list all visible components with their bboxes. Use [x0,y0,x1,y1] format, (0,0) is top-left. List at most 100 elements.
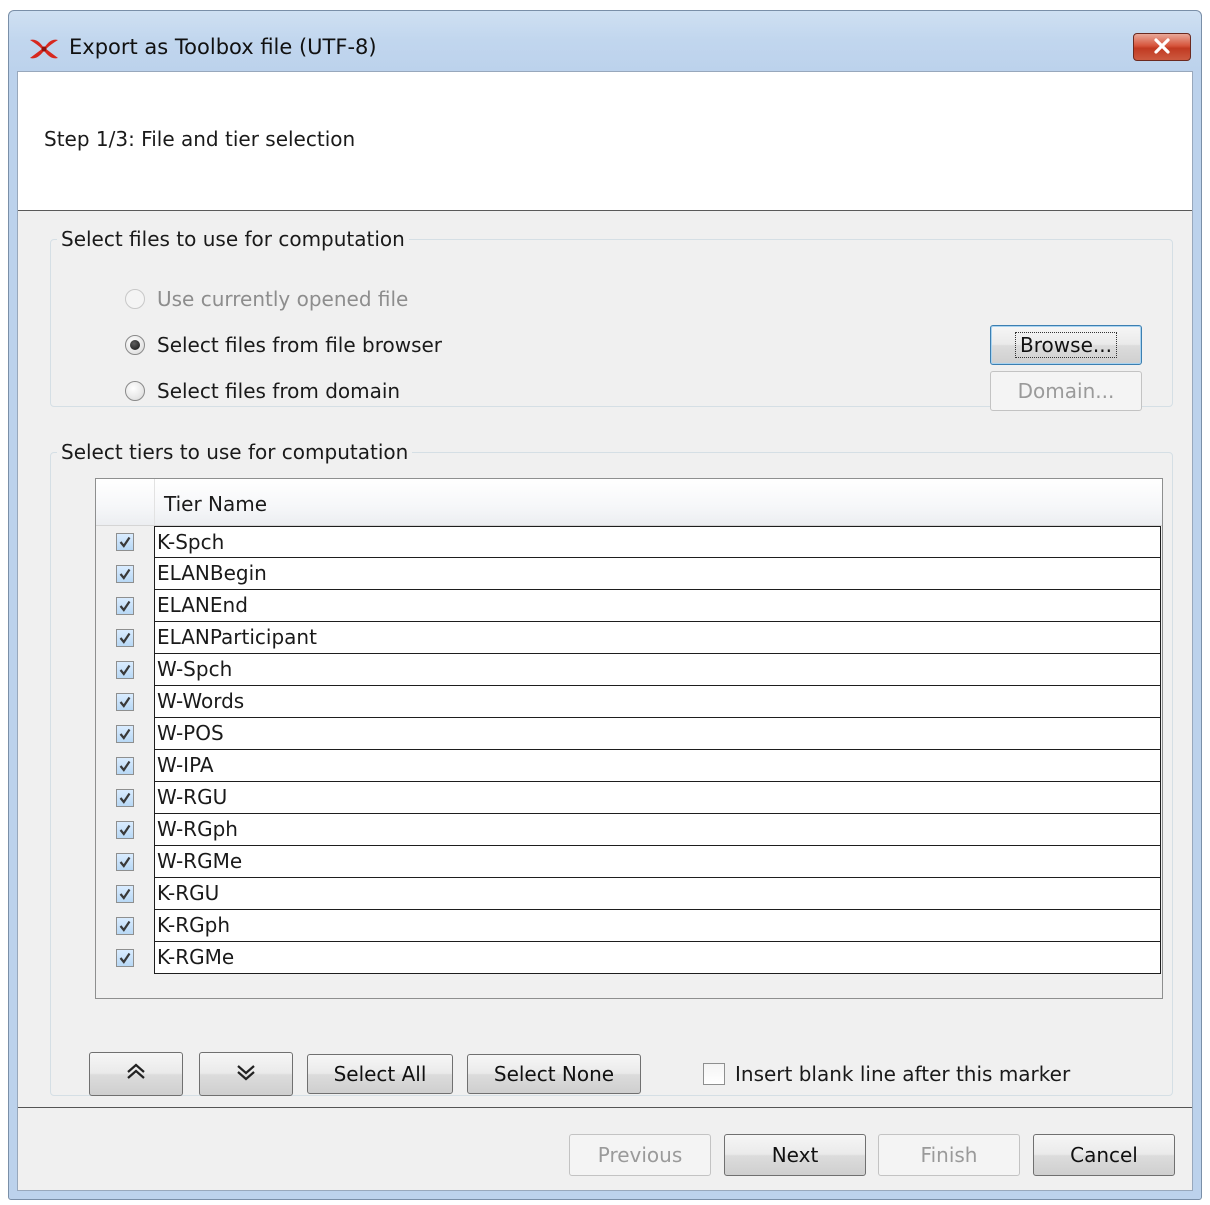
tier-check-cell[interactable] [96,558,154,590]
table-header: Tier Name [96,479,1162,526]
dialog-window: Export as Toolbox file (UTF-8) Step 1/3:… [8,10,1202,1200]
domain-label: Domain... [1017,379,1115,403]
tier-name[interactable]: W-Spch [154,654,1161,686]
tier-checkbox[interactable] [116,853,134,871]
tier-name[interactable]: W-IPA [154,750,1161,782]
tier-check-cell[interactable] [96,526,154,558]
move-up-button[interactable] [89,1052,183,1096]
domain-button: Domain... [990,371,1142,411]
tier-check-cell[interactable] [96,814,154,846]
next-button[interactable]: Next [724,1134,866,1176]
tier-row[interactable]: W-Words [96,686,1162,718]
insert-blank-line-checkbox[interactable] [703,1063,725,1085]
files-group: Select files to use for computation Use … [50,227,1173,411]
tier-name[interactable]: K-RGU [154,878,1161,910]
tier-name[interactable]: W-POS [154,718,1161,750]
browse-button[interactable]: Browse... [990,325,1142,365]
tier-name[interactable]: W-Words [154,686,1161,718]
checkmark-icon [119,536,131,548]
tier-checkbox[interactable] [116,885,134,903]
dialog-content: Step 1/3: File and tier selection Select… [17,71,1193,1191]
radio-use-current-file: Use currently opened file [125,287,408,311]
files-group-legend: Select files to use for computation [61,227,405,251]
tier-check-cell[interactable] [96,718,154,750]
tier-row[interactable]: ELANParticipant [96,622,1162,654]
tier-row[interactable]: K-Spch [96,526,1162,558]
tier-checkbox[interactable] [116,789,134,807]
tier-row[interactable]: K-RGph [96,910,1162,942]
tier-checkbox[interactable] [116,597,134,615]
radio-button[interactable] [125,381,145,401]
insert-blank-line-option[interactable]: Insert blank line after this marker [703,1062,1070,1086]
radio-button [125,289,145,309]
tier-name[interactable]: W-RGMe [154,846,1161,878]
tier-row[interactable]: W-IPA [96,750,1162,782]
select-none-label: Select None [493,1062,615,1086]
tier-row[interactable]: W-POS [96,718,1162,750]
tier-check-cell[interactable] [96,782,154,814]
tier-checkbox[interactable] [116,693,134,711]
tier-check-cell[interactable] [96,750,154,782]
tier-table[interactable]: Tier Name K-Spch ELANBegin ELANEnd ELANPart… [95,478,1163,999]
tier-checkbox[interactable] [116,661,134,679]
cancel-button[interactable]: Cancel [1033,1134,1175,1176]
tier-row[interactable]: W-Spch [96,654,1162,686]
tier-check-cell[interactable] [96,846,154,878]
title-bar[interactable]: Export as Toolbox file (UTF-8) [9,11,1201,73]
radio-file-browser[interactable]: Select files from file browser [125,333,442,357]
radio-label[interactable]: Select files from domain [157,379,400,403]
tier-check-cell[interactable] [96,910,154,942]
tiers-group: Select tiers to use for computation Tier… [50,440,1173,1096]
cancel-label: Cancel [1070,1143,1138,1167]
checkmark-icon [119,728,131,740]
tier-name[interactable]: ELANBegin [154,558,1161,590]
insert-blank-line-label[interactable]: Insert blank line after this marker [735,1062,1070,1086]
tier-row[interactable]: K-RGMe [96,942,1162,974]
tier-checkbox[interactable] [116,757,134,775]
tier-name[interactable]: ELANEnd [154,590,1161,622]
tier-row[interactable]: ELANEnd [96,590,1162,622]
radio-label[interactable]: Select files from file browser [157,333,442,357]
tier-name[interactable]: W-RGU [154,782,1161,814]
step-header: Step 1/3: File and tier selection [18,72,1192,211]
tier-checkbox[interactable] [116,565,134,583]
tier-name-column-header[interactable]: Tier Name [164,492,267,516]
tier-check-cell[interactable] [96,686,154,718]
tier-row[interactable]: K-RGU [96,878,1162,910]
tier-checkbox[interactable] [116,725,134,743]
browse-label: Browse... [1015,332,1117,358]
tier-row[interactable]: W-RGU [96,782,1162,814]
checkbox-column-header[interactable] [96,479,155,525]
tier-check-cell[interactable] [96,622,154,654]
tier-row[interactable]: W-RGMe [96,846,1162,878]
tier-checkbox[interactable] [116,949,134,967]
tier-name[interactable]: K-RGMe [154,942,1161,974]
radio-domain[interactable]: Select files from domain [125,379,400,403]
tier-check-cell[interactable] [96,942,154,974]
tier-check-cell[interactable] [96,878,154,910]
select-all-button[interactable]: Select All [307,1054,453,1094]
close-button[interactable] [1133,33,1191,61]
tiers-group-legend: Select tiers to use for computation [61,440,409,464]
tier-check-cell[interactable] [96,654,154,686]
step-title: Step 1/3: File and tier selection [44,127,356,151]
double-chevron-down-icon [234,1062,258,1086]
tier-row[interactable]: ELANBegin [96,558,1162,590]
tier-checkbox[interactable] [116,629,134,647]
tier-name[interactable]: W-RGph [154,814,1161,846]
radio-button[interactable] [125,335,145,355]
tier-checkbox[interactable] [116,821,134,839]
tier-checkbox[interactable] [116,533,134,551]
tier-row[interactable]: W-RGph [96,814,1162,846]
tier-name[interactable]: K-Spch [154,526,1161,558]
radio-label: Use currently opened file [157,287,409,311]
checkmark-icon [119,792,131,804]
tier-check-cell[interactable] [96,590,154,622]
tier-name[interactable]: K-RGph [154,910,1161,942]
select-none-button[interactable]: Select None [467,1054,641,1094]
tier-name[interactable]: ELANParticipant [154,622,1161,654]
move-down-button[interactable] [199,1052,293,1096]
checkmark-icon [119,920,131,932]
checkmark-icon [119,856,131,868]
tier-checkbox[interactable] [116,917,134,935]
